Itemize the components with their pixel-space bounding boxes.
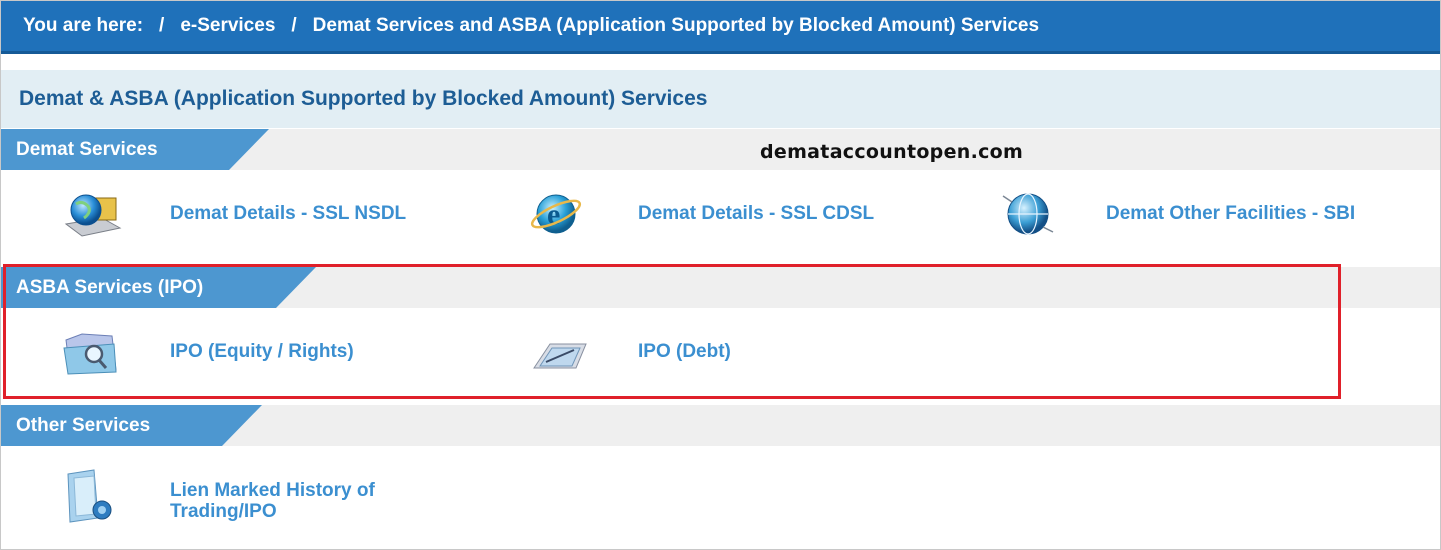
section-title: Demat Services [1,129,269,170]
folder-search-icon [63,333,117,375]
section-header-other: Other Services [1,405,1440,446]
globe-computer-icon [64,194,122,237]
breadcrumb-separator: / [159,15,165,36]
lien-marked-history-link[interactable]: Lien Marked History of Trading/IPO [170,480,400,522]
section-header-demat: Demat Services [1,129,1440,170]
breadcrumb-separator: / [291,15,297,36]
document-history-icon [67,469,112,523]
section-title: ASBA Services (IPO) [1,267,316,308]
breadcrumb-link-eservices[interactable]: e-Services [180,15,275,37]
watermark-text: demataccountopen.com [760,141,1024,163]
demat-nsdl-link[interactable]: Demat Details - SSL NSDL [170,203,406,225]
ipo-debt-link[interactable]: IPO (Debt) [638,341,731,363]
document-pen-icon [533,343,587,369]
internet-explorer-icon: e [530,194,582,234]
breadcrumb-current: Demat Services and ASBA (Application Sup… [312,15,1040,36]
page-title: Demat & ASBA (Application Supported by B… [1,70,1440,128]
section-header-asba: ASBA Services (IPO) [1,267,1440,308]
ipo-equity-rights-link[interactable]: IPO (Equity / Rights) [170,341,354,363]
demat-cdsl-link[interactable]: Demat Details - SSL CDSL [638,203,874,225]
breadcrumb: You are here: / e-Services / Demat Servi… [1,1,1440,54]
globe-network-icon [1002,193,1054,235]
section-title: Other Services [1,405,262,446]
demat-sbi-link[interactable]: Demat Other Facilities - SBI [1106,203,1355,225]
breadcrumb-prefix: You are here: [23,15,144,36]
